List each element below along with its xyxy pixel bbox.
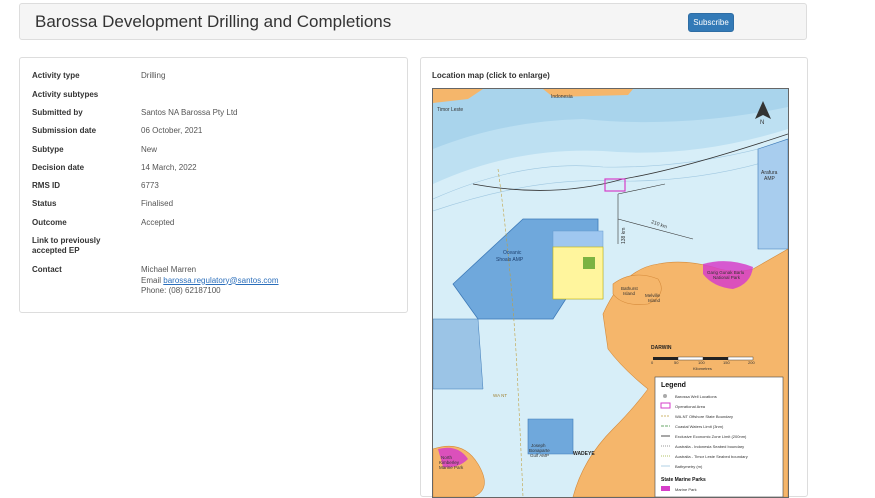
- page-title: Barossa Development Drilling and Complet…: [35, 12, 392, 31]
- legend-section-title: State Marine Parks: [661, 477, 706, 483]
- label-darwin: DARWIN: [651, 345, 672, 351]
- label-timor-leste: Timor Leste: [437, 107, 463, 113]
- contact-email-prefix: Email: [141, 275, 162, 285]
- label-oceanic: Oceanic: [503, 250, 522, 256]
- label-oceanic-shoals: Shoals AMP: [496, 257, 524, 263]
- detail-label: Submission date: [32, 126, 97, 135]
- legend-item: Barossa Well Locations: [675, 394, 717, 399]
- subscribe-button[interactable]: Subscribe: [688, 13, 734, 32]
- detail-value: Finalised: [141, 199, 174, 208]
- scale-label: 50: [674, 360, 679, 365]
- detail-label: RMS ID: [32, 181, 60, 190]
- label-bathurst-island: Island: [623, 291, 636, 296]
- scale-label: 200: [748, 360, 755, 365]
- amp-west: [433, 318, 484, 390]
- label-wa-nt: WA NT: [493, 393, 507, 398]
- legend-item: Marine Park: [675, 487, 697, 492]
- detail-label: Decision date: [32, 163, 85, 172]
- label-arafura-amp: AMP: [764, 176, 776, 182]
- detail-value: Drilling: [141, 71, 166, 80]
- contact-email-link[interactable]: barossa.regulatory@santos.com: [163, 276, 278, 285]
- location-map-panel: Location map (click to enlarge) Indonesi…: [420, 57, 808, 498]
- detail-value: New: [141, 145, 158, 154]
- label-gulf-amp: Gulf AMP: [530, 453, 549, 458]
- contact-phone: Phone: (08) 62187100: [141, 286, 221, 295]
- detail-label: Status: [32, 199, 57, 208]
- label-wadeye: WADEYE: [573, 451, 595, 457]
- page-header: Barossa Development Drilling and Complet…: [19, 3, 807, 40]
- contact-name: Michael Marren: [141, 265, 197, 274]
- detail-label: Contact: [32, 265, 62, 274]
- scale-label: 100: [698, 360, 705, 365]
- label-melville-island: Island: [648, 298, 661, 303]
- label-garig-park: National Park: [713, 275, 741, 280]
- map-legend: Legend Barossa Well Locations Operationa…: [654, 376, 784, 497]
- scale-label: 150: [723, 360, 730, 365]
- label-marine-park: Marine Park: [439, 465, 464, 470]
- north-arrow-label: N: [760, 120, 764, 126]
- label-138km: 138 km: [621, 228, 627, 244]
- contact-details: Michael Marren Email barossa.regulatory@…: [141, 265, 391, 297]
- legend-well-icon: [663, 394, 667, 398]
- legend-item: WA-NT Offshore State Boundary: [675, 414, 733, 419]
- legend-item: Operational Area: [675, 404, 706, 409]
- details-panel: Activity type Drilling Activity subtypes…: [19, 57, 408, 313]
- operational-area: [552, 246, 604, 300]
- legend-item: Australia - Timor Leste Seabed boundary: [675, 454, 748, 459]
- map-caption: Location map (click to enlarge): [432, 71, 550, 80]
- legend-title: Legend: [661, 382, 686, 389]
- detail-label: Activity type: [32, 71, 80, 80]
- legend-item: Bathymetry (m): [675, 464, 703, 469]
- detail-label: Activity subtypes: [32, 90, 99, 99]
- scale-unit: Kilometres: [693, 366, 712, 371]
- detail-label: Submitted by: [32, 108, 83, 117]
- legend-park-icon: [661, 486, 670, 491]
- detail-label: Outcome: [32, 218, 67, 227]
- detail-value: Accepted: [141, 218, 175, 227]
- location-map-image[interactable]: Indonesia Timor Leste Arafura AMP Oceani…: [432, 88, 789, 498]
- legend-item: Exclusive Economic Zone Limit (200nm): [675, 434, 747, 439]
- arafura-amp: [757, 138, 788, 250]
- well-locations: [583, 257, 595, 269]
- legend-item: Australia - Indonesia Seabed boundary: [675, 444, 744, 449]
- detail-value: Santos NA Barossa Pty Ltd: [141, 108, 238, 117]
- detail-value: 14 March, 2022: [141, 163, 197, 172]
- detail-value: 6773: [141, 181, 159, 190]
- label-indonesia: Indonesia: [551, 94, 573, 100]
- detail-value: 06 October, 2021: [141, 126, 203, 135]
- legend-item: Coastal Waters Limit (3nm): [675, 424, 724, 429]
- detail-label: Link to previously accepted EP: [32, 236, 101, 255]
- detail-label: Subtype: [32, 145, 64, 154]
